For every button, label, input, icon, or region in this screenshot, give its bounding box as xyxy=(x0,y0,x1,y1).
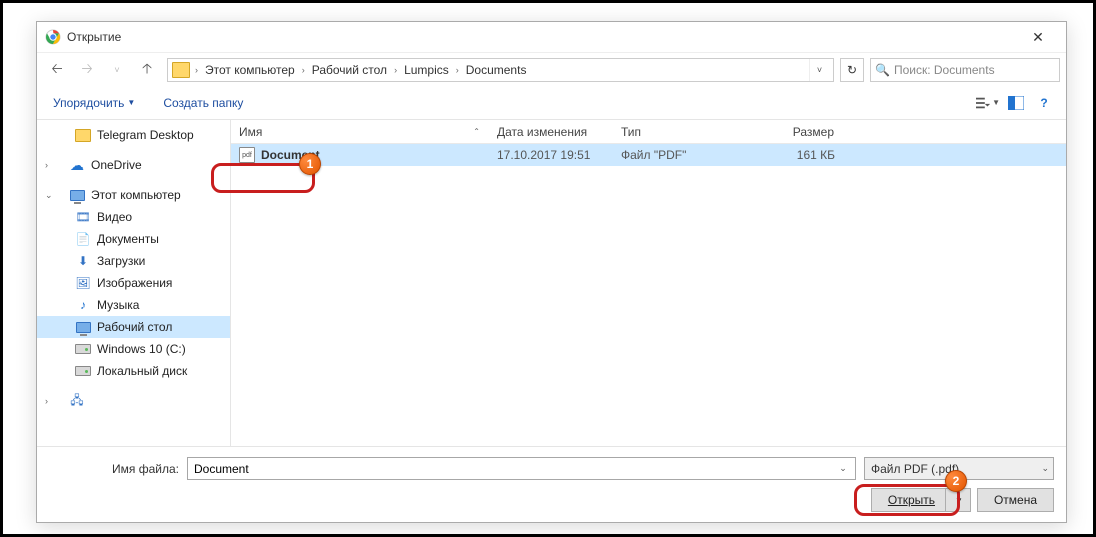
breadcrumb[interactable]: Documents xyxy=(464,63,529,77)
help-button[interactable]: ? xyxy=(1032,91,1056,115)
chevron-right-icon[interactable]: › xyxy=(45,396,55,406)
cloud-icon: ☁ xyxy=(69,157,85,173)
file-date: 17.10.2017 19:51 xyxy=(489,148,613,162)
file-size: 161 КБ xyxy=(753,148,843,162)
sidebar-item-music[interactable]: ♪Музыка xyxy=(37,294,230,316)
search-input[interactable]: 🔍 Поиск: Documents xyxy=(870,58,1060,82)
file-list-pane: Имя⌃ Дата изменения Тип Размер pdf Docume… xyxy=(231,120,1066,446)
sidebar-item-drive-c[interactable]: Windows 10 (C:) xyxy=(37,338,230,360)
monitor-icon xyxy=(69,187,85,203)
drive-icon xyxy=(75,363,91,379)
chevron-down-icon: ▼ xyxy=(127,98,135,107)
sidebar-item-downloads[interactable]: ⬇Загрузки xyxy=(37,250,230,272)
file-row[interactable]: pdfDocument 17.10.2017 19:51 Файл "PDF" … xyxy=(231,144,1066,166)
open-button[interactable]: Открыть ▼ xyxy=(871,488,971,512)
music-icon: ♪ xyxy=(75,297,91,313)
sidebar-item-telegram[interactable]: Telegram Desktop xyxy=(37,124,230,146)
preview-pane-button[interactable] xyxy=(1004,91,1028,115)
download-icon: ⬇ xyxy=(75,253,91,269)
chevron-right-icon[interactable]: › xyxy=(299,65,308,75)
column-type[interactable]: Тип xyxy=(613,120,753,143)
chevron-down-icon[interactable]: ⌄ xyxy=(45,190,55,201)
sidebar-item-desktop[interactable]: Рабочий стол xyxy=(37,316,230,338)
network-icon: 🖧 xyxy=(69,393,85,409)
doc-icon: 📄 xyxy=(75,231,91,247)
folder-icon xyxy=(75,127,91,143)
sidebar-item-local-disk[interactable]: Локальный диск xyxy=(37,360,230,382)
column-size[interactable]: Размер xyxy=(753,120,843,143)
address-dropdown[interactable]: ˅ xyxy=(809,59,829,81)
title-bar: Открытие ✕ xyxy=(37,22,1066,52)
column-date[interactable]: Дата изменения xyxy=(489,120,613,143)
sidebar-item-documents[interactable]: 📄Документы xyxy=(37,228,230,250)
toolbar: Упорядочить▼ Создать папку ▼ ? xyxy=(37,86,1066,120)
sidebar-item-network[interactable]: ›🖧 xyxy=(37,390,230,412)
breadcrumb[interactable]: Lumpics xyxy=(402,63,451,77)
chrome-icon xyxy=(45,29,61,45)
chevron-right-icon[interactable]: › xyxy=(391,65,400,75)
chevron-right-icon[interactable]: › xyxy=(453,65,462,75)
cancel-button[interactable]: Отмена xyxy=(977,488,1054,512)
chevron-down-icon[interactable]: ⌄ xyxy=(835,458,851,479)
refresh-button[interactable]: ↻ xyxy=(840,58,864,82)
chevron-right-icon[interactable]: › xyxy=(192,65,201,75)
open-file-dialog: Открытие ✕ 🡠 🡢 ˅ 🡡 › Этот компьютер › Ра… xyxy=(36,21,1067,523)
organize-button[interactable]: Упорядочить▼ xyxy=(47,92,141,114)
video-icon: 🎞 xyxy=(75,209,91,225)
sort-asc-icon: ⌃ xyxy=(473,127,480,136)
folder-icon xyxy=(172,62,190,78)
address-bar[interactable]: › Этот компьютер › Рабочий стол › Lumpic… xyxy=(167,58,834,82)
drive-icon xyxy=(75,341,91,357)
sidebar-item-onedrive[interactable]: ›☁OneDrive xyxy=(37,154,230,176)
sidebar-item-pictures[interactable]: 🖼Изображения xyxy=(37,272,230,294)
dialog-footer: Имя файла: Document ⌄ Файл PDF (.pdf) ⌄ … xyxy=(37,446,1066,522)
sidebar-item-this-pc[interactable]: ⌄Этот компьютер xyxy=(37,184,230,206)
monitor-icon xyxy=(75,319,91,335)
chevron-right-icon[interactable]: › xyxy=(45,160,55,170)
recent-dropdown[interactable]: ˅ xyxy=(103,56,131,84)
sidebar-item-videos[interactable]: 🎞Видео xyxy=(37,206,230,228)
view-options-button[interactable]: ▼ xyxy=(976,91,1000,115)
sidebar: Telegram Desktop ›☁OneDrive ⌄Этот компью… xyxy=(37,120,231,446)
back-button[interactable]: 🡠 xyxy=(43,56,71,84)
forward-button[interactable]: 🡢 xyxy=(73,56,101,84)
nav-bar: 🡠 🡢 ˅ 🡡 › Этот компьютер › Рабочий стол … xyxy=(37,52,1066,86)
window-title: Открытие xyxy=(67,30,1018,44)
column-name[interactable]: Имя⌃ xyxy=(231,120,489,143)
chevron-down-icon[interactable]: ⌄ xyxy=(1041,463,1049,474)
search-placeholder: Поиск: Documents xyxy=(894,63,995,77)
filename-label: Имя файла: xyxy=(49,462,179,476)
open-dropdown[interactable]: ▼ xyxy=(952,496,966,505)
filename-input[interactable]: Document ⌄ xyxy=(187,457,856,480)
breadcrumb[interactable]: Этот компьютер xyxy=(203,63,297,77)
file-type: Файл "PDF" xyxy=(613,148,753,162)
pdf-icon: pdf xyxy=(239,147,255,163)
file-name: Document xyxy=(261,148,320,162)
file-type-filter[interactable]: Файл PDF (.pdf) ⌄ xyxy=(864,457,1054,480)
new-folder-button[interactable]: Создать папку xyxy=(157,92,249,114)
up-button[interactable]: 🡡 xyxy=(133,56,161,84)
search-icon: 🔍 xyxy=(875,63,890,77)
image-icon: 🖼 xyxy=(75,275,91,291)
column-headers: Имя⌃ Дата изменения Тип Размер xyxy=(231,120,1066,144)
breadcrumb[interactable]: Рабочий стол xyxy=(310,63,389,77)
close-button[interactable]: ✕ xyxy=(1018,22,1058,52)
